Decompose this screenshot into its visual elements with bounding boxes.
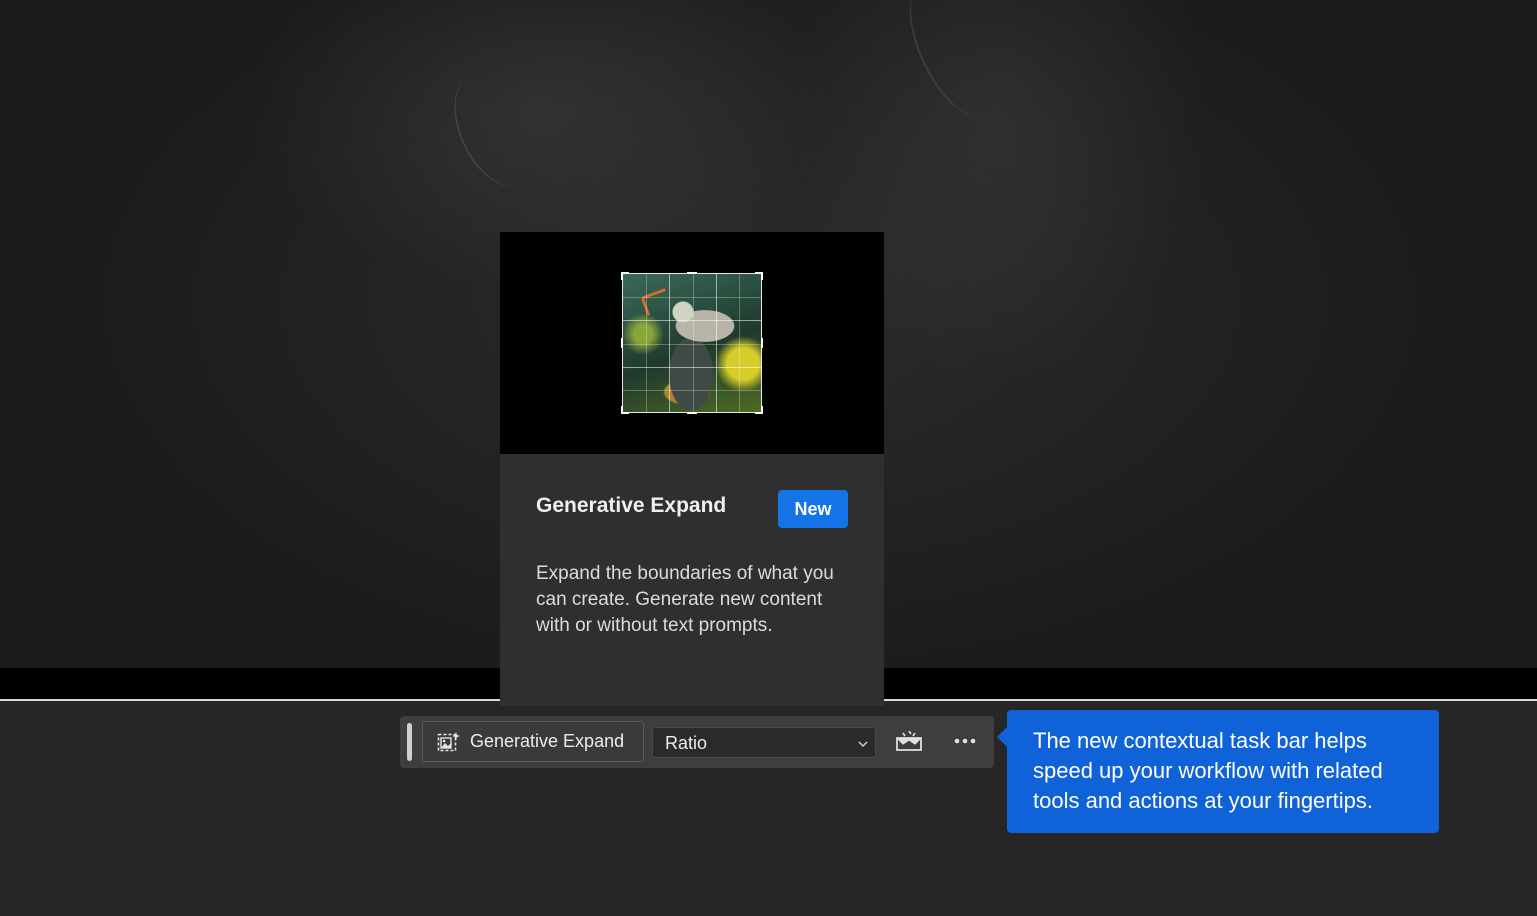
- feature-description: Expand the boundaries of what you can cr…: [536, 563, 834, 636]
- feature-title: Generative Expand: [536, 494, 727, 517]
- crop-grid-line: [669, 274, 670, 412]
- crop-handle: [755, 406, 763, 414]
- crop-grid-line: [646, 274, 647, 412]
- onboarding-callout: The new contextual task bar helps speed …: [1007, 710, 1439, 833]
- crop-grid-line: [739, 274, 740, 412]
- preview-image: [621, 272, 763, 414]
- ratio-value: Ratio: [665, 733, 708, 753]
- light-streak: [437, 60, 553, 200]
- crop-grid-line: [623, 344, 761, 345]
- mask-icon[interactable]: [894, 729, 924, 753]
- app-window: Generative Expand New Expand the boundar…: [0, 0, 1537, 916]
- ratio-dropdown[interactable]: Ratio: [652, 727, 876, 758]
- generative-expand-button[interactable]: Generative Expand: [422, 721, 644, 762]
- drag-handle[interactable]: [407, 723, 412, 761]
- light-streak: [893, 0, 1007, 127]
- crop-handle: [687, 412, 697, 414]
- crop-grid-line: [693, 274, 694, 412]
- new-badge: New: [778, 490, 848, 528]
- contextual-task-bar: Generative Expand Ratio: [400, 716, 994, 768]
- crop-handle: [755, 272, 763, 280]
- chevron-down-icon: [857, 737, 869, 749]
- crop-handle: [621, 338, 623, 348]
- more-options-icon[interactable]: [953, 733, 977, 749]
- crop-handle: [621, 272, 629, 280]
- crop-grid-line: [623, 390, 761, 391]
- crop-grid-line: [623, 320, 761, 321]
- crop-grid-line: [716, 274, 717, 412]
- crop-grid-line: [623, 367, 761, 368]
- callout-text: The new contextual task bar helps speed …: [1033, 728, 1383, 813]
- crop-handle: [761, 338, 763, 348]
- generative-expand-icon: [437, 731, 461, 753]
- crop-handle: [621, 406, 629, 414]
- feature-preview: [500, 232, 884, 454]
- feature-card: Generative Expand New Expand the boundar…: [500, 232, 884, 706]
- generative-expand-label: Generative Expand: [470, 731, 625, 751]
- crop-grid-line: [623, 297, 761, 298]
- crop-handle: [687, 272, 697, 274]
